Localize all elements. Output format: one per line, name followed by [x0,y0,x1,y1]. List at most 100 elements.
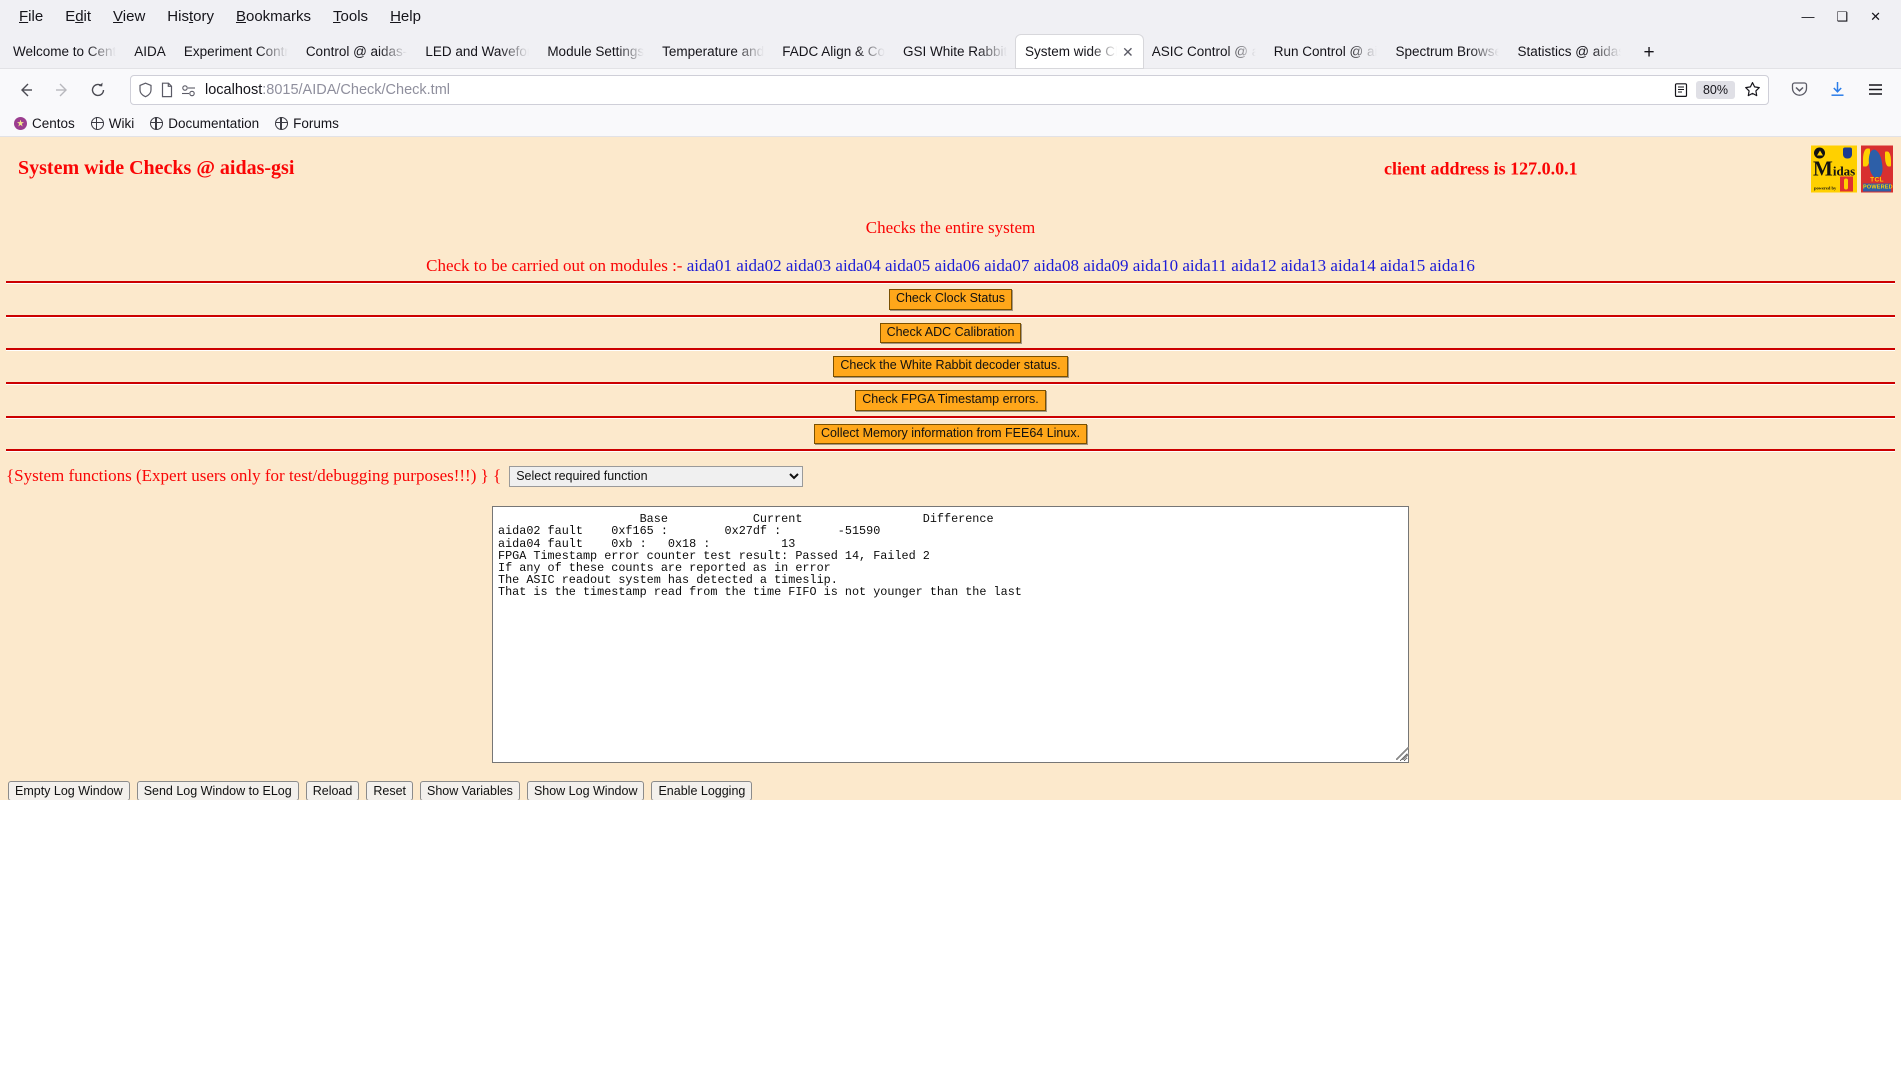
check-clock-status-button[interactable]: Check Clock Status [888,289,1013,310]
log-resize-grip[interactable] [1396,747,1409,761]
collect-memory-information-button[interactable]: Collect Memory information from FEE64 Li… [813,423,1088,445]
midas-badge-icon [1840,176,1853,191]
show-log-window-button[interactable]: Show Log Window [526,781,645,802]
check-clock-status-row: Check Clock Status [0,289,1901,310]
centos-icon [14,116,27,130]
bookmark-centos[interactable]: Centos [8,114,81,133]
tab-11[interactable]: Run Control @ ai [1265,35,1387,68]
reader-mode-icon[interactable] [1673,82,1689,98]
page-content: System wide Checks @ aidas-gsi client ad… [0,137,1901,1051]
modules-line: Check to be carried out on modules :- ai… [0,256,1901,276]
menu-history[interactable]: History [156,5,225,28]
action-button-bar: Empty Log Window Send Log Window to ELog… [0,781,1901,802]
bookmark-label: Forums [293,115,339,131]
close-window-icon[interactable]: ✕ [1870,10,1881,23]
tcl-label-line1: TCL [1870,176,1884,183]
zoom-level-badge[interactable]: 80% [1695,80,1735,99]
app-menu-icon[interactable] [1859,75,1891,105]
check-fpga-timestamp-errors-button[interactable]: Check FPGA Timestamp errors. [855,389,1046,411]
check-white-rabbit-decoder-button[interactable]: Check the White Rabbit decoder status. [833,356,1068,377]
system-functions-row: {System functions (Expert users only for… [0,463,1901,489]
bookmark-label: Centos [32,115,75,131]
bookmark-star-icon[interactable] [1744,81,1761,98]
tab-0[interactable]: Welcome to Cent [4,35,125,68]
menu-bookmarks[interactable]: Bookmarks [225,5,322,28]
reload-icon[interactable] [82,75,114,105]
tab-label: Temperature and [662,44,765,59]
bookmark-wiki[interactable]: Wiki [85,114,141,133]
menu-view[interactable]: View [102,5,156,28]
system-functions-label: {System functions (Expert users only for… [6,466,502,486]
close-tab-icon[interactable]: ✕ [1122,45,1134,59]
tab-5[interactable]: Module Settings [538,35,653,68]
tab-9-active[interactable]: System wide Che ✕ [1015,35,1143,68]
toolbar-right-group [1783,75,1891,105]
tab-2[interactable]: Experiment Contr [175,35,297,68]
url-host: localhost [205,81,263,98]
tab-3[interactable]: Control @ aidas- [297,35,417,68]
tcl-flame-right-icon [1885,151,1891,166]
modules-prefix: Check to be carried out on modules :- [426,256,683,275]
send-log-window-to-elog-button[interactable]: Send Log Window to ELog [136,781,299,802]
url-text[interactable]: localhost:8015/AIDA/Check/Check.tml [205,82,1666,98]
globe-icon [90,116,104,130]
bookmark-forums[interactable]: Forums [269,114,345,133]
bookmark-label: Wiki [108,115,135,131]
tcl-label-line2: POWERED [1863,183,1893,191]
window-controls: — ❑ ✕ [1801,0,1895,33]
bookmark-documentation[interactable]: Documentation [144,114,265,133]
shield-icon[interactable] [138,82,153,98]
browser-chrome: File Edit View History Bookmarks Tools H… [0,0,1901,137]
tab-8[interactable]: GSI White Rabbit [894,35,1016,68]
menu-file-rest: ile [28,8,44,25]
tab-label: Control @ aidas- [305,44,408,59]
check-fpga-timestamp-row: Check FPGA Timestamp errors. [0,389,1901,411]
show-variables-button[interactable]: Show Variables [420,781,520,802]
tab-1[interactable]: AIDA [125,35,175,68]
tab-6[interactable]: Temperature and [653,35,773,68]
downloads-icon[interactable] [1821,75,1853,105]
maximize-icon[interactable]: ❑ [1836,10,1848,23]
menu-bar: File Edit View History Bookmarks Tools H… [0,0,1901,33]
menu-tools[interactable]: Tools [322,5,379,28]
tab-label: GSI White Rabbit [902,44,1007,59]
tcl-powered-logo-icon: TCL POWERED [1861,145,1893,192]
menu-file[interactable]: File [8,5,54,28]
empty-log-window-button[interactable]: Empty Log Window [8,781,130,802]
check-white-rabbit-row: Check the White Rabbit decoder status. [0,356,1901,377]
new-tab-button[interactable]: + [1636,43,1661,62]
bookmark-label: Documentation [168,115,260,131]
tab-12[interactable]: Spectrum Browse [1386,35,1508,68]
tab-10[interactable]: ASIC Control @ a [1143,35,1265,68]
bookmarks-toolbar: Centos Wiki Documentation Forums [0,110,1901,137]
midas-shield-icon [1843,147,1852,158]
permissions-icon[interactable] [181,83,198,97]
reset-button[interactable]: Reset [366,781,413,802]
url-bar[interactable]: localhost:8015/AIDA/Check/Check.tml 80% [130,74,1769,105]
check-adc-calibration-button[interactable]: Check ADC Calibration [879,322,1022,344]
modules-list: aida01 aida02 aida03 aida04 aida05 aida0… [686,256,1475,275]
divider-6 [6,449,1895,453]
log-window-textarea[interactable]: Base Current Difference aida02 fault 0xf… [492,506,1409,764]
tab-label: Experiment Contr [183,44,288,59]
enable-logging-button[interactable]: Enable Logging [651,781,753,802]
tab-label: Spectrum Browse [1395,44,1500,59]
back-icon[interactable] [10,75,42,105]
midas-logo-icon: Midas powered by [1811,145,1857,192]
system-function-select[interactable]: Select required function [509,465,804,487]
log-window-wrapper: Base Current Difference aida02 fault 0xf… [0,506,1901,764]
divider-2 [6,314,1895,318]
page-document-icon[interactable] [160,82,174,98]
tab-13[interactable]: Statistics @ aidas [1508,35,1630,68]
tab-7[interactable]: FADC Align & Co [773,35,894,68]
url-path: :8015/AIDA/Check/Check.tml [262,81,451,98]
tab-4[interactable]: LED and Wavefor [416,35,538,68]
reload-button[interactable]: Reload [305,781,360,802]
tab-label: Welcome to Cent [13,44,117,59]
page-header: System wide Checks @ aidas-gsi client ad… [0,137,1901,200]
tab-label: AIDA [134,44,166,59]
minimize-icon[interactable]: — [1801,10,1814,23]
menu-help[interactable]: Help [379,5,432,28]
save-to-pocket-icon[interactable] [1783,75,1815,105]
menu-edit[interactable]: Edit [54,5,102,28]
